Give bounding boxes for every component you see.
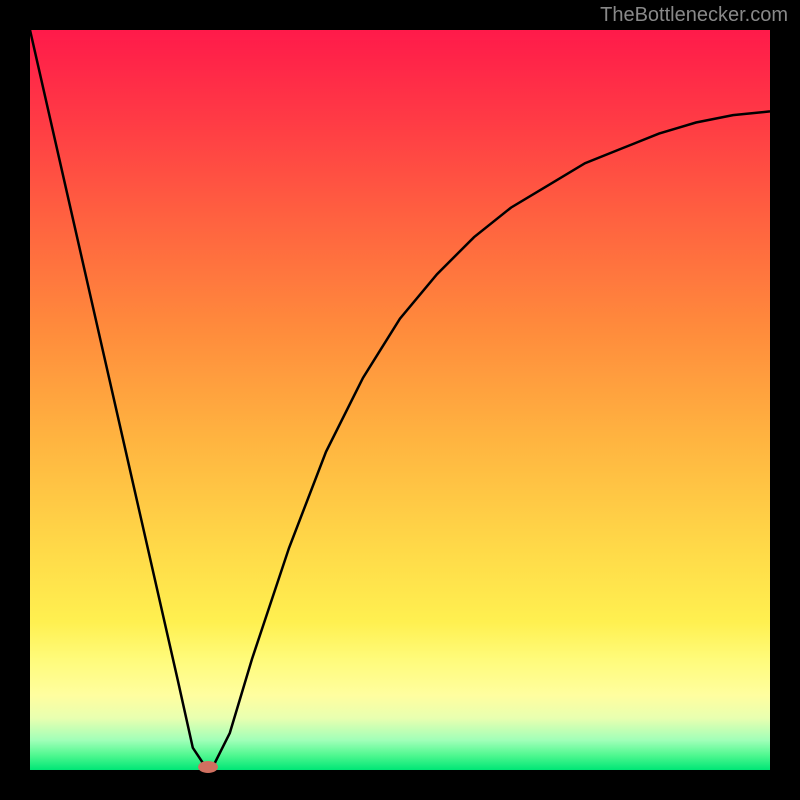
- attribution-text: TheBottlenecker.com: [600, 4, 788, 27]
- bottleneck-curve: [30, 30, 770, 770]
- chart-container: [30, 30, 770, 770]
- minimum-marker: [198, 761, 218, 773]
